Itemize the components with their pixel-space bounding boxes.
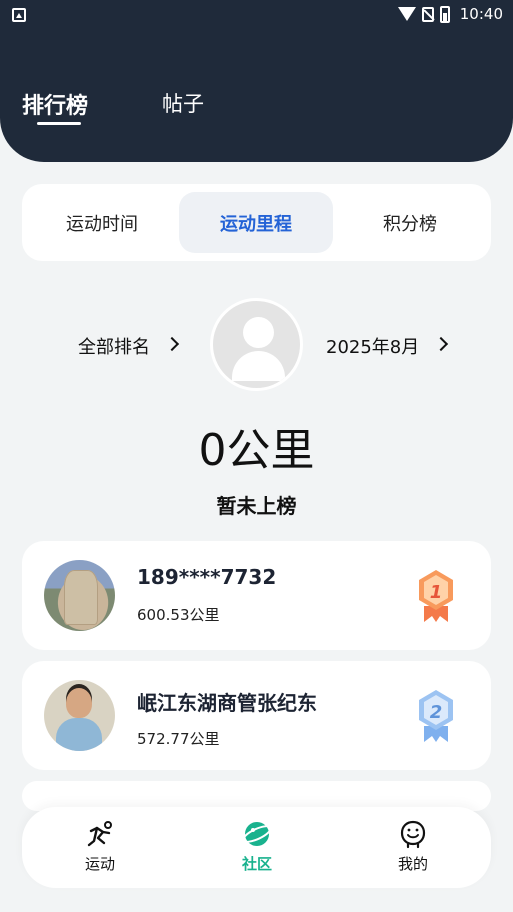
rank-filter-selector[interactable]: 全部排名 (78, 333, 150, 359)
app-notification-icon (12, 8, 26, 22)
medal-rank-number: 1 (430, 582, 443, 603)
status-icons: 10:40 (397, 5, 503, 23)
tab-exercise-distance[interactable]: 运动里程 (179, 192, 333, 253)
user-avatar[interactable] (210, 298, 303, 391)
profile-face-icon (400, 820, 426, 849)
month-label: 2025年8月 (326, 337, 420, 358)
month-selector[interactable]: 2025年8月 (326, 333, 419, 359)
no-sim-icon (421, 6, 434, 22)
run-icon (87, 821, 112, 847)
medal-rank-number: 2 (430, 702, 443, 723)
avatar-placeholder-body (232, 351, 285, 381)
my-distance: 0公里 (198, 425, 315, 476)
list-item-distance: 572.77公里 (137, 730, 220, 748)
status-time: 10:40 (459, 5, 503, 23)
header: 10:40 排行榜 帖子 (0, 0, 513, 162)
rank-filter-label: 全部排名 (78, 337, 150, 358)
tab-points[interactable]: 积分榜 (333, 192, 487, 253)
nav-profile-label: 我的 (397, 855, 428, 873)
ranking-type-tabs: 运动时间 运动里程 积分榜 (22, 184, 491, 261)
nav-profile[interactable]: 我的 (363, 819, 463, 881)
active-tab-indicator (37, 122, 81, 125)
gold-medal-icon: 1 (419, 570, 453, 622)
tab-leaderboard[interactable]: 排行榜 (22, 88, 88, 120)
list-item[interactable]: 189****7732 600.53公里 1 (22, 541, 491, 650)
avatar-placeholder-head (243, 317, 274, 348)
avatar (44, 560, 115, 631)
list-item-name: 189****7732 (137, 565, 277, 589)
nav-exercise-label: 运动 (84, 855, 115, 873)
planet-icon (242, 822, 272, 846)
tab-posts[interactable]: 帖子 (162, 88, 204, 118)
battery-icon (439, 5, 450, 23)
rank-status: 暂未上榜 (216, 494, 297, 518)
nav-exercise[interactable]: 运动 (50, 819, 150, 881)
avatar (44, 680, 115, 751)
status-bar: 10:40 (0, 0, 513, 30)
chevron-right-icon[interactable] (164, 336, 180, 352)
silver-medal-icon: 2 (419, 690, 453, 742)
wifi-icon (397, 7, 416, 21)
nav-community-label: 社区 (241, 855, 272, 873)
list-item[interactable]: 岷江东湖商管张纪东 572.77公里 2 (22, 661, 491, 770)
list-item-distance: 600.53公里 (137, 606, 220, 624)
tab-exercise-time[interactable]: 运动时间 (25, 192, 179, 253)
list-item-name: 岷江东湖商管张纪东 (137, 691, 317, 715)
bottom-nav: 运动 社区 我的 (22, 807, 491, 888)
nav-community[interactable]: 社区 (207, 819, 307, 881)
chevron-right-icon[interactable] (433, 336, 449, 352)
